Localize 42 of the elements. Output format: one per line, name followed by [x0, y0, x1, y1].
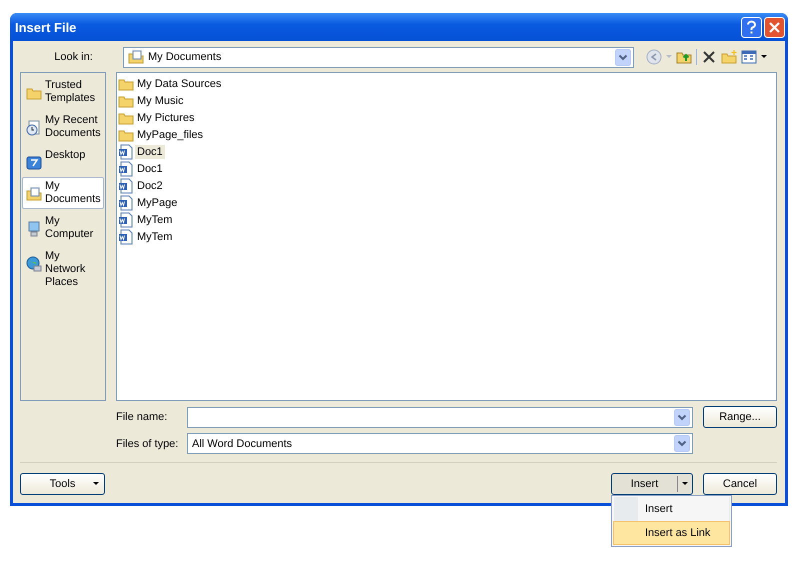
- files-of-type-label: Files of type:: [115, 438, 180, 450]
- file-item[interactable]: My Music: [135, 94, 186, 108]
- place-item[interactable]: My Network Places: [22, 247, 104, 292]
- file-item[interactable]: MyTem: [135, 230, 174, 244]
- caret-icon[interactable]: [761, 55, 767, 59]
- range-button[interactable]: Range...: [703, 406, 777, 428]
- file-name-label: File name:: [115, 411, 168, 423]
- file-item[interactable]: Doc2: [135, 178, 165, 192]
- file-name-field[interactable]: [187, 406, 693, 428]
- file-item[interactable]: MyPage_files: [135, 128, 206, 142]
- file-item[interactable]: MyPage: [135, 196, 180, 210]
- cancel-button[interactable]: Cancel: [703, 473, 777, 495]
- place-item[interactable]: Trusted Templates: [22, 76, 104, 108]
- look-in-dropdown[interactable]: My Documents: [123, 46, 634, 68]
- caret-icon: [93, 482, 99, 486]
- network-globe-icon: [26, 256, 42, 272]
- computer-icon: [26, 221, 42, 237]
- menu-item[interactable]: Insert: [613, 497, 730, 521]
- documents-folder-icon: [128, 49, 144, 65]
- place-item[interactable]: Desktop: [22, 146, 104, 174]
- caret-icon: [682, 482, 688, 486]
- clock-document-icon: [26, 120, 42, 136]
- file-item[interactable]: Doc1: [135, 144, 165, 158]
- file-item[interactable]: My Pictures: [135, 110, 196, 124]
- menu-item[interactable]: Insert as Link: [613, 521, 730, 545]
- file-item[interactable]: Doc1: [135, 162, 165, 176]
- views-icon[interactable]: [741, 49, 757, 65]
- file-item[interactable]: MyTem: [135, 212, 174, 226]
- place-item[interactable]: My Documents: [22, 177, 104, 209]
- delete-icon[interactable]: [701, 49, 717, 65]
- tools-button[interactable]: Tools: [20, 473, 105, 495]
- place-item[interactable]: My Recent Documents: [22, 111, 104, 143]
- help-icon[interactable]: [741, 16, 762, 38]
- files-of-type-dropdown[interactable]: All Word Documents: [187, 433, 693, 454]
- window-title: Insert File: [15, 20, 76, 34]
- documents-folder-icon: [26, 186, 42, 202]
- close-icon[interactable]: [764, 16, 785, 38]
- look-in-label: Look in:: [53, 51, 94, 63]
- insert-split-button[interactable]: Insert: [611, 473, 693, 495]
- desktop-icon: [26, 155, 42, 171]
- place-item[interactable]: My Computer: [22, 212, 104, 244]
- file-item[interactable]: My Data Sources: [135, 76, 224, 90]
